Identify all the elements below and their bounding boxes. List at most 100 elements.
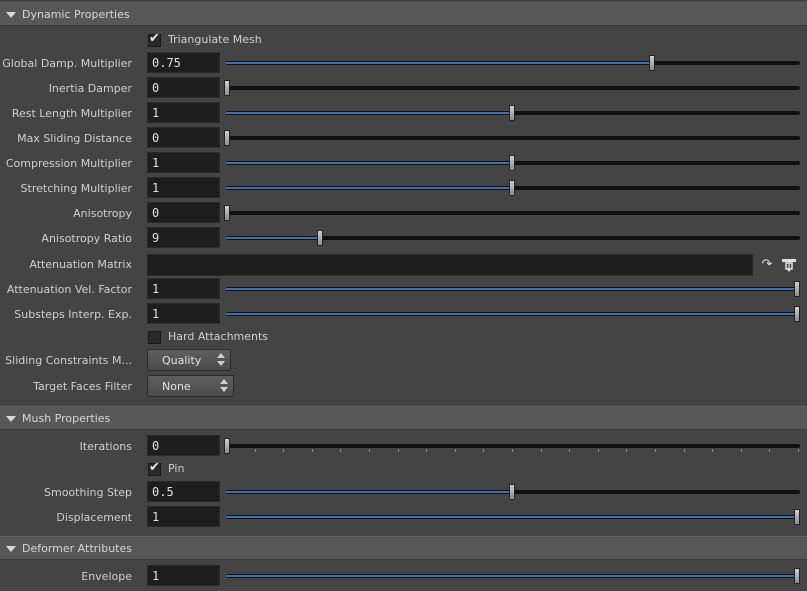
slider-handle[interactable] <box>224 205 230 221</box>
envelope-label: Envelope <box>81 570 132 583</box>
slider-tick <box>255 449 256 452</box>
anisotropy-ratio-label: Anisotropy Ratio <box>41 232 132 245</box>
slider-fill <box>226 62 652 64</box>
slider-fill <box>226 237 320 239</box>
displacement-slider[interactable] <box>226 509 800 525</box>
redo-arrow-icon[interactable]: ↷ <box>759 257 775 273</box>
slider-handle[interactable] <box>224 438 230 454</box>
envelope-field[interactable]: 1 <box>147 565 220 586</box>
slider-handle[interactable] <box>509 105 515 121</box>
collapse-arrow-icon[interactable] <box>6 546 16 552</box>
checkmark-icon: ✔ <box>149 31 160 46</box>
slider-handle[interactable] <box>509 155 515 171</box>
section-header-deformer[interactable]: Deformer Attributes <box>0 536 807 560</box>
smoothing-step-field[interactable]: 0.5 <box>147 481 220 502</box>
anisotropy-ratio-slider[interactable] <box>226 230 800 246</box>
slider-handle[interactable] <box>224 80 230 96</box>
slider-handle[interactable] <box>794 509 800 525</box>
hard-attachments-checkbox[interactable] <box>148 331 161 344</box>
connect-node-icon[interactable] <box>781 256 797 273</box>
slider-tick <box>512 449 513 452</box>
stretching-slider[interactable] <box>226 180 800 196</box>
slider-fill <box>226 288 797 290</box>
dropdown-value: Quality <box>162 354 202 367</box>
anisotropy-slider[interactable] <box>224 205 800 221</box>
inertia-damper-field[interactable]: 0 <box>147 77 220 98</box>
collapse-arrow-icon[interactable] <box>6 12 16 18</box>
iterations-field[interactable]: 0 <box>147 435 220 456</box>
hard-attachments-label: Hard Attachments <box>168 330 269 343</box>
global-damp-field[interactable]: 0.75 <box>147 52 220 73</box>
substeps-slider[interactable] <box>226 306 800 322</box>
smoothing-step-slider[interactable] <box>226 484 800 500</box>
slider-tick <box>283 449 284 452</box>
rest-length-field[interactable]: 1 <box>147 102 220 123</box>
smoothing-step-label: Smoothing Step <box>44 486 132 499</box>
pin-label: Pin <box>168 462 185 475</box>
slider-handle[interactable] <box>794 306 800 322</box>
slider-handle[interactable] <box>509 180 515 196</box>
slider-fill <box>226 112 512 114</box>
connect-node-icon-svg <box>782 259 796 273</box>
slider-handle[interactable] <box>509 484 515 500</box>
slider-tick <box>340 449 341 452</box>
slider-tick <box>655 449 656 452</box>
slider-tick <box>541 449 542 452</box>
slider-handle[interactable] <box>794 568 800 584</box>
slider-tick <box>426 449 427 452</box>
slider-fill <box>226 162 512 164</box>
max-sliding-field[interactable]: 0 <box>147 127 220 148</box>
max-sliding-slider[interactable] <box>224 130 800 146</box>
envelope-slider[interactable] <box>226 568 800 584</box>
attenuation-vel-slider[interactable] <box>226 281 800 297</box>
slider-handle[interactable] <box>649 55 655 71</box>
compression-field[interactable]: 1 <box>147 152 220 173</box>
checkmark-icon: ✔ <box>149 460 160 475</box>
slider-tick <box>455 449 456 452</box>
target-faces-dropdown[interactable]: None <box>147 375 234 397</box>
slider-fill <box>226 516 797 518</box>
triangulate-mesh-label: Triangulate Mesh <box>168 33 262 46</box>
target-faces-label: Target Faces Filter <box>33 380 132 393</box>
max-sliding-label: Max Sliding Distance <box>17 132 132 145</box>
sliding-constraints-dropdown[interactable]: Quality <box>147 349 231 371</box>
slider-track <box>226 136 800 140</box>
anisotropy-label: Anisotropy <box>73 207 132 220</box>
section-title: Mush Properties <box>22 412 111 425</box>
substeps-field[interactable]: 1 <box>147 303 220 324</box>
stretching-field[interactable]: 1 <box>147 177 220 198</box>
attenuation-matrix-label: Attenuation Matrix <box>29 258 132 271</box>
section-header-dynamic[interactable]: Dynamic Properties <box>0 2 807 26</box>
pin-checkbox[interactable]: ✔ <box>148 460 161 476</box>
attenuation-vel-label: Attenuation Vel. Factor <box>6 283 132 296</box>
slider-fill <box>226 187 512 189</box>
attenuation-matrix-field[interactable] <box>147 254 753 276</box>
slider-tick <box>569 449 570 452</box>
anisotropy-ratio-field[interactable]: 9 <box>147 227 220 248</box>
inertia-damper-label: Inertia Damper <box>48 82 132 95</box>
rest-length-slider[interactable] <box>226 105 800 121</box>
iterations-slider[interactable] <box>224 438 800 454</box>
updown-arrows-icon <box>220 379 228 393</box>
section-title: Dynamic Properties <box>22 8 130 21</box>
slider-handle[interactable] <box>224 130 230 146</box>
attenuation-vel-field[interactable]: 1 <box>147 278 220 299</box>
triangulate-mesh-checkbox[interactable]: ✔ <box>148 31 161 47</box>
global-damp-slider[interactable] <box>226 55 800 71</box>
stretching-label: Stretching Multiplier <box>20 182 132 195</box>
displacement-field[interactable]: 1 <box>147 506 220 527</box>
substeps-label: Substeps Interp. Exp. <box>14 308 132 321</box>
slider-tick <box>684 449 685 452</box>
global-damp-label: Global Damp. Multiplier <box>2 57 132 70</box>
section-header-mush[interactable]: Mush Properties <box>0 406 807 430</box>
anisotropy-field[interactable]: 0 <box>147 202 220 223</box>
slider-handle[interactable] <box>794 281 800 297</box>
slider-handle[interactable] <box>317 230 323 246</box>
compression-slider[interactable] <box>226 155 800 171</box>
slider-track <box>226 211 800 215</box>
slider-tick <box>483 449 484 452</box>
displacement-label: Displacement <box>56 511 132 524</box>
sliding-constraints-label: Sliding Constraints M... <box>5 354 132 367</box>
inertia-damper-slider[interactable] <box>224 80 800 96</box>
collapse-arrow-icon[interactable] <box>6 416 16 422</box>
